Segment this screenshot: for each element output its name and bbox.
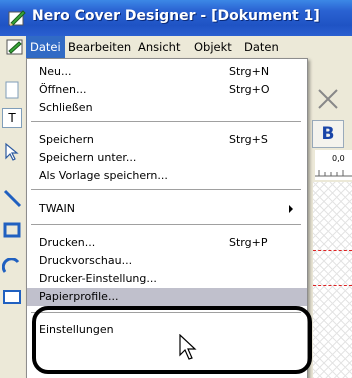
menu-item-neu[interactable]: Neu... Strg+N (27, 63, 307, 81)
highlight-annotation (32, 306, 312, 374)
nero-app-icon (8, 10, 26, 26)
tool-palette: T (0, 80, 24, 378)
mouse-cursor-icon (179, 334, 197, 360)
menu-bearbeiten[interactable]: Bearbeiten (64, 36, 135, 58)
window-title: Nero Cover Designer - [Dokument 1] (32, 8, 320, 24)
menu-item-oeffnen[interactable]: Öffnen... Strg+O (27, 81, 307, 99)
line-tool-icon[interactable] (2, 188, 22, 208)
menu-separator (31, 224, 301, 225)
menu-item-als-vorlage[interactable]: Als Vorlage speichern... (27, 167, 307, 185)
menu-objekt[interactable]: Objekt (190, 36, 236, 58)
bold-button[interactable]: B (312, 120, 344, 148)
guide-line (313, 285, 352, 286)
menu-item-speichern[interactable]: Speichern Strg+S (27, 131, 307, 149)
menu-item-speichern-unter[interactable]: Speichern unter... (27, 149, 307, 167)
document-icon[interactable] (6, 39, 24, 55)
menu-separator (31, 121, 301, 122)
menu-item-twain[interactable]: TWAIN (27, 200, 307, 218)
menu-item-druckvorschau[interactable]: Druckvorschau... (27, 252, 307, 270)
design-canvas[interactable] (313, 182, 352, 378)
pointer-tool-icon[interactable] (2, 142, 22, 162)
app-window: Nero Cover Designer - [Dokument 1] Datei… (0, 0, 352, 378)
image-tool-icon[interactable] (2, 286, 22, 306)
menu-datei[interactable]: Datei (26, 36, 65, 58)
ellipse-tool-icon[interactable] (1, 257, 22, 278)
menu-ansicht[interactable]: Ansicht (134, 36, 184, 58)
menu-item-drucker-einstellung[interactable]: Drucker-Einstellung... (27, 270, 307, 288)
menu-item-schliessen[interactable]: Schließen (27, 99, 307, 117)
menu-separator (31, 189, 301, 190)
submenu-arrow-icon (289, 205, 293, 213)
rectangle-tool-icon[interactable] (2, 220, 22, 240)
ruler-origin-label: 0,0 (332, 154, 345, 163)
menu-bar: Datei Bearbeiten Ansicht Objekt Daten (0, 36, 352, 58)
menu-item-papierprofile[interactable]: Papierprofile... (27, 288, 307, 306)
title-bar[interactable]: Nero Cover Designer - [Dokument 1] (0, 0, 352, 36)
menu-item-drucken[interactable]: Drucken... Strg+P (27, 234, 307, 252)
text-tool-icon[interactable]: T (2, 108, 22, 128)
guide-line (313, 250, 352, 251)
toolbar-doc-icon[interactable] (2, 80, 22, 100)
menu-daten[interactable]: Daten (240, 36, 283, 58)
close-document-icon[interactable] (313, 84, 343, 114)
